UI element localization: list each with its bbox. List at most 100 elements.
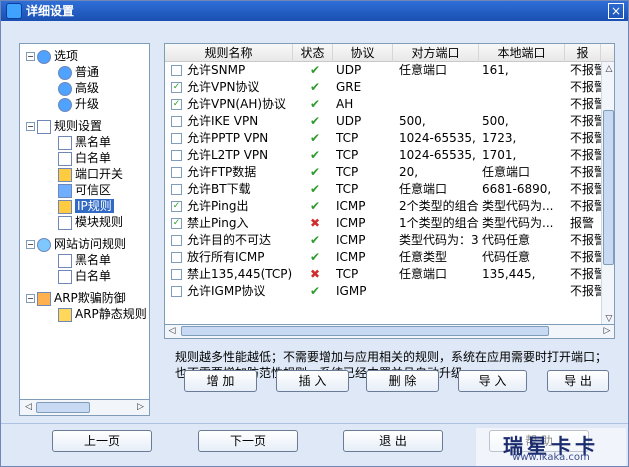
tree-item[interactable]: − 网站访问规则 xyxy=(26,236,126,252)
title-bar[interactable]: 详细设置 × xyxy=(1,1,628,21)
tree-item[interactable]: 黑名单 xyxy=(58,252,111,268)
collapse-toggle-icon[interactable]: − xyxy=(26,52,35,61)
scroll-thumb[interactable] xyxy=(36,402,90,413)
rule-local-port: 161, xyxy=(482,63,509,77)
settings-tree[interactable]: − 选项 普通 高级 升级 − 规则设置 黑名单 白名单 端口开关 可信区 IP规则 模块规则 − 网站访问… xyxy=(19,43,150,401)
prev-page-button[interactable]: 上一页 xyxy=(52,430,152,452)
rule-checkbox[interactable] xyxy=(171,116,182,127)
column-local-port[interactable]: 本地端口 xyxy=(479,44,565,62)
rule-remote-port xyxy=(399,79,479,96)
ip-rules-list[interactable]: 规则名称 状态 协议 对方端口 本地端口 报 允许SNMP ✔ UDP 任意端口 161… xyxy=(164,43,615,325)
document-icon xyxy=(58,269,72,284)
rule-checkbox[interactable]: ✓ xyxy=(171,99,182,110)
insert-button[interactable]: 插 入 xyxy=(276,370,349,392)
table-row[interactable]: 允许IGMP协议 ✔ IGMP 不报警 xyxy=(165,283,602,300)
tree-item[interactable]: 白名单 xyxy=(58,268,111,284)
tree-item[interactable]: 高级 xyxy=(58,80,99,96)
rule-checkbox[interactable]: ✓ xyxy=(171,82,182,93)
collapse-toggle-icon[interactable]: − xyxy=(26,240,35,249)
scroll-thumb[interactable] xyxy=(603,110,614,265)
scroll-right-arrow-icon[interactable]: ▷ xyxy=(133,400,148,415)
next-page-button[interactable]: 下一页 xyxy=(198,430,298,452)
tree-item[interactable]: IP规则 xyxy=(58,198,114,214)
rule-local-port: 代码任意 xyxy=(482,250,531,264)
tree-item[interactable]: ARP静态规则 xyxy=(58,306,147,322)
tree-item[interactable]: 可信区 xyxy=(58,182,111,198)
add-button[interactable]: 增 加 xyxy=(184,370,257,392)
rule-local-port: 类型代码为... xyxy=(482,216,554,230)
rule-name: 允许BT下载 xyxy=(187,182,251,196)
scroll-up-arrow-icon[interactable]: △ xyxy=(602,62,614,76)
rule-checkbox[interactable] xyxy=(171,184,182,195)
list-vertical-scrollbar[interactable]: △ ▽ xyxy=(601,62,614,324)
rule-remote-port: 任意端口 xyxy=(399,182,448,196)
rule-local-port: 任意端口 xyxy=(482,165,531,179)
collapse-toggle-icon[interactable]: − xyxy=(26,294,35,303)
table-row[interactable]: 允许PPTP VPN ✔ TCP 1024-65535, 1723, 不报警 xyxy=(165,130,602,147)
tree-item[interactable]: − 规则设置 xyxy=(26,118,102,134)
table-row[interactable]: 允许SNMP ✔ UDP 任意端口 161, 不报警 xyxy=(165,62,602,79)
list-icon xyxy=(37,119,51,134)
rule-checkbox[interactable] xyxy=(171,133,182,144)
delete-button[interactable]: 删 除 xyxy=(366,370,439,392)
import-button[interactable]: 导 入 xyxy=(458,370,527,392)
rule-checkbox[interactable] xyxy=(171,65,182,76)
table-row[interactable]: ✓ 允许VPN协议 ✔ GRE 不报警 xyxy=(165,79,602,96)
tree-item[interactable]: 白名单 xyxy=(58,150,111,166)
table-row[interactable]: 放行所有ICMP ✔ ICMP 任意类型 代码任意 不报警 xyxy=(165,249,602,266)
rule-checkbox[interactable] xyxy=(171,150,182,161)
rule-checkbox[interactable]: ✓ xyxy=(171,201,182,212)
table-row[interactable]: 允许L2TP VPN ✔ TCP 1024-65535, 1701, 不报警 xyxy=(165,147,602,164)
list-horizontal-scrollbar[interactable]: ◁ ▷ xyxy=(164,325,615,339)
check-icon: ✔ xyxy=(309,97,321,111)
table-row[interactable]: ✓ 禁止Ping入 ✖ ICMP 1个类型的组合 类型代码为... 报警 xyxy=(165,215,602,232)
rule-name: 允许Ping出 xyxy=(187,199,249,213)
rule-protocol: UDP xyxy=(336,114,362,128)
tree-item[interactable]: 黑名单 xyxy=(58,134,111,150)
close-icon[interactable]: × xyxy=(608,3,624,19)
tree-item[interactable]: − ARP欺骗防御 xyxy=(26,290,126,306)
table-row[interactable]: 允许FTP数据 ✔ TCP 20, 任意端口 不报警 xyxy=(165,164,602,181)
table-row[interactable]: ✓ 允许VPN(AH)协议 ✔ AH 不报警 xyxy=(165,96,602,113)
rule-checkbox[interactable] xyxy=(171,252,182,263)
rule-checkbox[interactable] xyxy=(171,269,182,280)
rule-checkbox[interactable] xyxy=(171,235,182,246)
rule-checkbox[interactable] xyxy=(171,167,182,178)
rule-local-port xyxy=(482,79,566,96)
tree-item[interactable]: 升级 xyxy=(58,96,99,112)
rule-name: 允许PPTP VPN xyxy=(187,131,269,145)
rule-alert: 不报警 xyxy=(570,199,602,213)
rule-alert: 不报警 xyxy=(570,267,602,281)
column-remote-port[interactable]: 对方端口 xyxy=(393,44,479,62)
column-rule-name[interactable]: 规则名称 xyxy=(165,44,293,62)
tree-item-label: 黑名单 xyxy=(75,253,112,267)
computer-icon xyxy=(58,183,72,198)
scroll-thumb[interactable] xyxy=(181,326,549,336)
table-row[interactable]: 允许BT下载 ✔ TCP 任意端口 6681-6890, 不报警 xyxy=(165,181,602,198)
rule-remote-port: 任意端口 xyxy=(399,63,448,77)
rule-name: 允许SNMP xyxy=(187,63,246,77)
shield-icon xyxy=(58,199,72,214)
column-alert[interactable]: 报 xyxy=(565,44,601,62)
table-row[interactable]: 禁止135,445(TCP) ✖ TCP 任意端口 135,445, 不报警 xyxy=(165,266,602,283)
column-status[interactable]: 状态 xyxy=(293,44,333,62)
table-row[interactable]: 允许目的不可达 ✔ ICMP 类型代码为：3代码任意 不报警 xyxy=(165,232,602,249)
tree-item[interactable]: − 选项 xyxy=(26,48,78,64)
scroll-left-arrow-icon[interactable]: ◁ xyxy=(21,400,36,415)
tree-item[interactable]: 模块规则 xyxy=(58,214,123,230)
tree-horizontal-scrollbar[interactable]: ◁ ▷ xyxy=(19,399,150,416)
scroll-left-arrow-icon[interactable]: ◁ xyxy=(165,325,179,338)
rule-checkbox[interactable]: ✓ xyxy=(171,218,182,229)
exit-button[interactable]: 退 出 xyxy=(343,430,443,452)
rule-checkbox[interactable] xyxy=(171,286,182,297)
document-icon xyxy=(58,151,72,166)
scroll-down-arrow-icon[interactable]: ▽ xyxy=(602,312,614,324)
table-row[interactable]: 允许IKE VPN ✔ UDP 500, 500, 不报警 xyxy=(165,113,602,130)
table-row[interactable]: ✓ 允许Ping出 ✔ ICMP 2个类型的组合类型代码为... 不报警 xyxy=(165,198,602,215)
tree-item[interactable]: 端口开关 xyxy=(58,166,123,182)
collapse-toggle-icon[interactable]: − xyxy=(26,122,35,131)
export-button[interactable]: 导 出 xyxy=(547,370,609,392)
column-protocol[interactable]: 协议 xyxy=(333,44,393,62)
scroll-right-arrow-icon[interactable]: ▷ xyxy=(600,325,614,338)
tree-item[interactable]: 普通 xyxy=(58,64,99,80)
